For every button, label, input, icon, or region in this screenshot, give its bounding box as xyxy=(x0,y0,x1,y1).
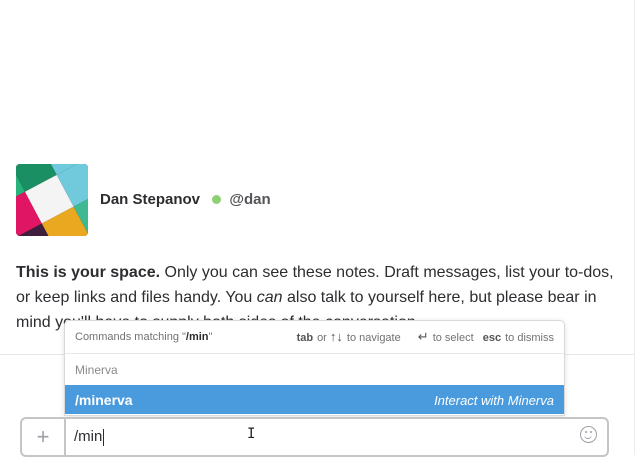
ibeam-cursor-icon: Ι xyxy=(247,426,256,442)
message-input[interactable]: /min xyxy=(74,428,105,446)
intro-italic: can xyxy=(256,289,283,306)
command-autocomplete: Commands matching "/min" tab or ↑↓ to navi… xyxy=(64,320,565,416)
header-query: /min xyxy=(185,331,209,343)
smiley-eye-left xyxy=(585,431,587,433)
intro-bold: This is your space. xyxy=(16,264,161,281)
user-handle: @dan xyxy=(229,191,271,208)
hint-navigate: to navigate xyxy=(346,332,401,344)
presence-dot-icon xyxy=(212,195,222,205)
text-caret xyxy=(103,428,105,446)
autocomplete-header: Commands matching "/min" tab or ↑↓ to navi… xyxy=(65,321,564,354)
keyboard-hints: tab or ↑↓ to navigate ↵ to select esc to dis… xyxy=(291,321,554,354)
commands-matching-label: Commands matching "/min" xyxy=(75,321,212,353)
smiley-eye-right xyxy=(590,431,592,433)
slack-avatar-image xyxy=(16,164,88,236)
right-rule xyxy=(634,0,635,455)
smiley-mouth xyxy=(584,434,592,439)
enter-key-icon: ↵ xyxy=(417,329,429,344)
header-suffix: " xyxy=(208,331,213,343)
command-description: Interact with Minerva xyxy=(434,393,554,408)
hint-or: or xyxy=(317,332,327,344)
up-down-arrows-icon: ↑↓ xyxy=(329,329,343,344)
avatar[interactable] xyxy=(16,164,88,236)
hint-tab: tab xyxy=(296,332,314,344)
hint-select: to select xyxy=(432,332,474,344)
autocomplete-group-label: Minerva xyxy=(75,363,118,377)
profile-line: Dan Stepanov @dan xyxy=(100,191,271,209)
user-name[interactable]: Dan Stepanov xyxy=(100,191,200,208)
message-composer: + /min xyxy=(20,417,609,457)
plus-icon[interactable]: + xyxy=(22,419,66,457)
hint-esc: esc xyxy=(482,332,502,344)
hint-dismiss: to dismiss xyxy=(505,332,554,344)
autocomplete-item-minerva[interactable]: /minerva Interact with Minerva xyxy=(65,385,564,414)
message-input-value: /min xyxy=(74,428,103,445)
header-prefix: Commands matching " xyxy=(75,331,186,343)
command-name: /minerva xyxy=(75,392,133,408)
smiley-icon[interactable] xyxy=(580,426,597,443)
